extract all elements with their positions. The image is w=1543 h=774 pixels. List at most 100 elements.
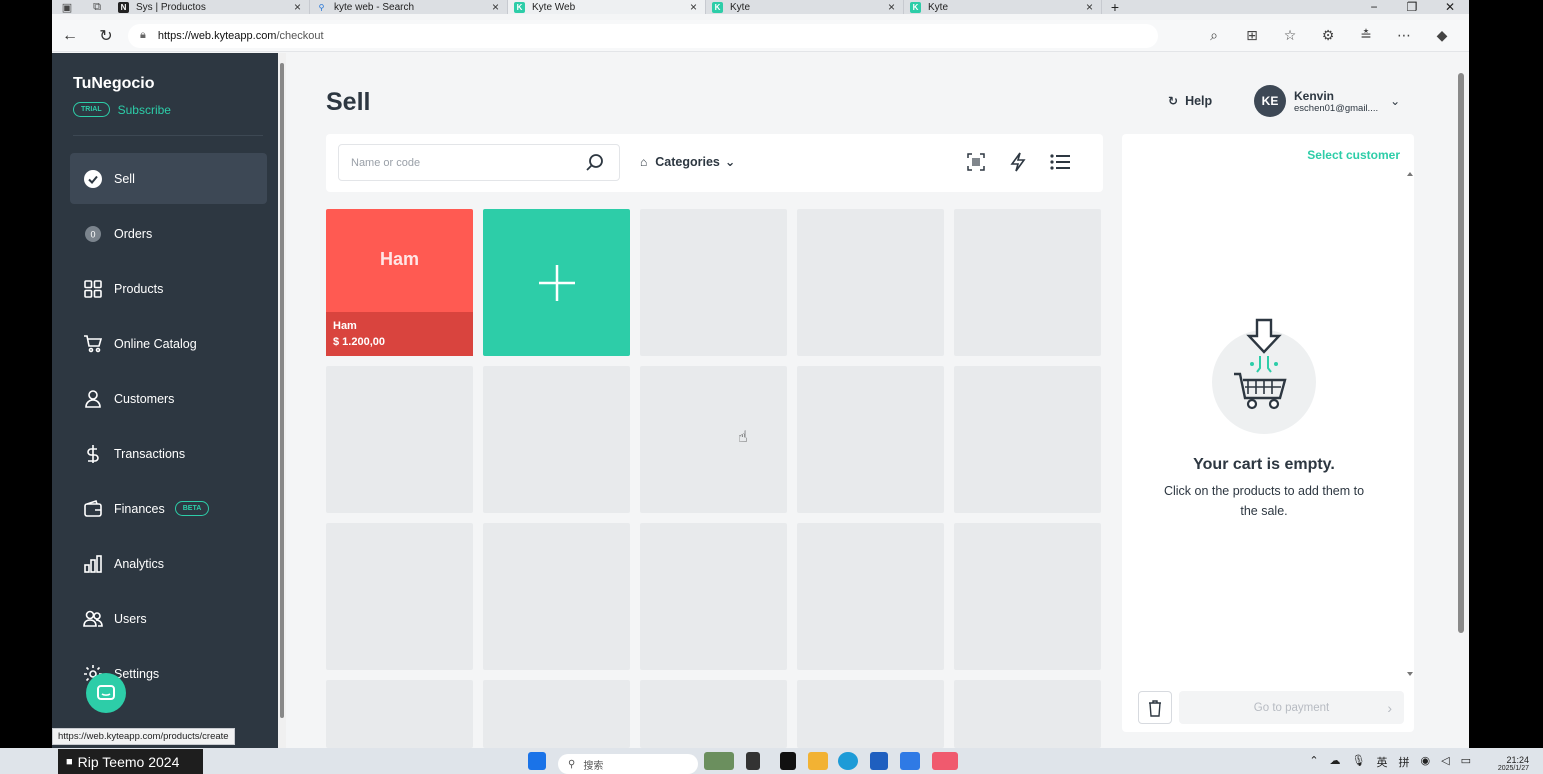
more-icon[interactable]: ⋯ [1385,27,1423,44]
sidebar-item-products[interactable]: Products [70,263,267,314]
grid-icon [82,278,104,300]
minimize-icon[interactable]: − [1355,0,1393,14]
close-icon[interactable]: × [1086,0,1093,14]
tab-actions-icon[interactable]: ▣ [52,1,82,14]
app-notion-icon[interactable] [780,752,796,770]
app-available-icon[interactable]: ⊞ [1233,27,1271,44]
status-bar-url: https://web.kyteapp.com/products/create [52,728,235,745]
tab-sys-productos[interactable]: N Sys | Productos × [112,0,310,14]
close-icon[interactable]: × [888,0,895,14]
ime-lang[interactable]: 英 [1377,754,1388,770]
close-icon[interactable]: × [294,0,301,14]
workspaces-icon[interactable]: ⧉ [82,1,112,14]
system-tray: ⌃ ☁ 🎙︎ 英 拼 ◉ ◁ ▭ [1298,754,1471,770]
empty-tile [954,680,1101,748]
copilot-icon[interactable]: ◆ [1423,27,1461,44]
add-product-tile[interactable] [483,209,630,356]
sidebar-item-label: Orders [114,226,153,241]
view-toolbar [955,152,1081,172]
app-outlook-icon[interactable] [900,752,920,770]
sidebar-item-orders[interactable]: 0 Orders [70,208,267,259]
search-input[interactable]: Name or code [338,144,620,181]
clock[interactable]: 21:24 2025/1/27 [1498,755,1529,772]
app-photos-icon[interactable] [704,752,734,770]
empty-tile [326,366,473,513]
go-to-payment-button[interactable]: Go to payment › [1179,691,1404,724]
categories-dropdown[interactable]: ⌂ Categories ⌄ [640,154,736,170]
wifi-icon[interactable]: ◉ [1421,754,1431,770]
empty-tile [483,366,630,513]
sidebar-item-sell[interactable]: Sell [70,153,267,204]
sidebar-scrollbar[interactable] [278,53,286,748]
app-edge-icon[interactable] [838,752,858,770]
restore-icon[interactable]: ❐ [1393,0,1431,14]
tab-kyte-1[interactable]: K Kyte × [706,0,904,14]
sidebar-item-customers[interactable]: Customers [70,373,267,424]
app-store-icon[interactable] [870,752,888,770]
sidebar-item-online-catalog[interactable]: Online Catalog [70,318,267,369]
sidebar-item-transactions[interactable]: Transactions [70,428,267,479]
sidebar-scroll-thumb[interactable] [280,63,284,718]
new-tab-button[interactable]: + [1102,0,1128,15]
tab-strip: ▣ ⧉ N Sys | Productos × ⚲ kyte web - Sea… [52,0,1469,15]
clock-date: 2025/1/27 [1497,765,1529,772]
barcode-scan-button[interactable] [955,152,997,172]
select-customer-link[interactable]: Select customer [1307,148,1400,162]
product-tile-ham[interactable]: Ham Ham $ 1.200,00 [326,209,473,356]
sidebar-item-finances[interactable]: Finances BETA [70,483,267,534]
trial-badge: TRIAL [73,102,110,117]
user-menu[interactable]: KE Kenvin eschen01@gmail.... ⌄ [1254,85,1400,117]
subscribe-link[interactable]: Subscribe [118,103,171,117]
refresh-icon[interactable]: ↻ [88,26,124,46]
taskbar-search[interactable]: ⚲ 搜索 [558,754,698,774]
microphone-icon[interactable]: 🎙︎ [1352,754,1366,770]
pay-label: Go to payment [1253,701,1330,714]
extensions-icon[interactable]: ⚙ [1309,27,1347,44]
sidebar-item-users[interactable]: Users [70,593,267,644]
cart-scrollbar[interactable] [1406,170,1414,680]
plus-icon [538,264,575,301]
help-button[interactable]: ↻ Help [1168,94,1212,108]
list-view-button[interactable] [1039,152,1081,172]
close-window-icon[interactable]: ✕ [1431,0,1469,14]
empty-tile [954,523,1101,670]
quick-sale-button[interactable] [997,152,1039,172]
search-icon [586,154,603,171]
volume-icon[interactable]: ◁ [1441,754,1449,770]
windows-start-icon[interactable] [528,752,546,770]
ime-mode[interactable]: 拼 [1399,754,1410,770]
tab-kyte-search[interactable]: ⚲ kyte web - Search × [310,0,508,14]
kyte-icon: K [910,1,921,13]
screen: ▣ ⧉ N Sys | Productos × ⚲ kyte web - Sea… [0,0,1543,774]
chat-icon [97,685,115,700]
sidebar-item-analytics[interactable]: Analytics [70,538,267,589]
close-icon[interactable]: × [492,0,499,14]
dollar-icon [82,443,104,465]
url-input[interactable]: 🔒︎ https://web.kyteapp.com/checkout [128,23,1158,48]
live-badge: ■ Rip Teemo 2024 [58,749,203,774]
back-icon[interactable]: ← [52,27,88,45]
favorites-icon[interactable]: ≛ [1347,27,1385,44]
brand-name: TuNegocio [73,75,155,92]
svg-text:0: 0 [90,229,95,239]
notion-icon: N [118,1,129,13]
read-aloud-icon[interactable]: ⌕ [1195,27,1233,44]
battery-icon[interactable]: ▭ [1461,754,1471,770]
page-scrollbar[interactable] [1454,53,1469,748]
close-icon[interactable]: × [690,0,697,14]
chevron-down-icon: ⌄ [724,155,736,169]
clear-cart-button[interactable] [1138,691,1172,724]
tab-label: Sys | Productos [136,1,206,13]
onedrive-icon[interactable]: ☁ [1330,754,1341,770]
favorite-star-icon[interactable]: ☆ [1271,27,1309,44]
tab-kyte-web[interactable]: K Kyte Web × [508,0,706,14]
tab-kyte-2[interactable]: K Kyte × [904,0,1102,14]
app-explorer-icon[interactable] [808,752,828,770]
page-scroll-thumb[interactable] [1458,73,1464,633]
app-terminal-icon[interactable] [746,752,760,770]
sidebar-item-label: Finances [114,501,165,516]
user-name: Kenvin [1294,88,1335,103]
chat-support-button[interactable] [86,673,126,713]
tray-chevron-icon[interactable]: ⌃ [1309,754,1318,770]
app-discord-icon[interactable] [932,752,958,770]
